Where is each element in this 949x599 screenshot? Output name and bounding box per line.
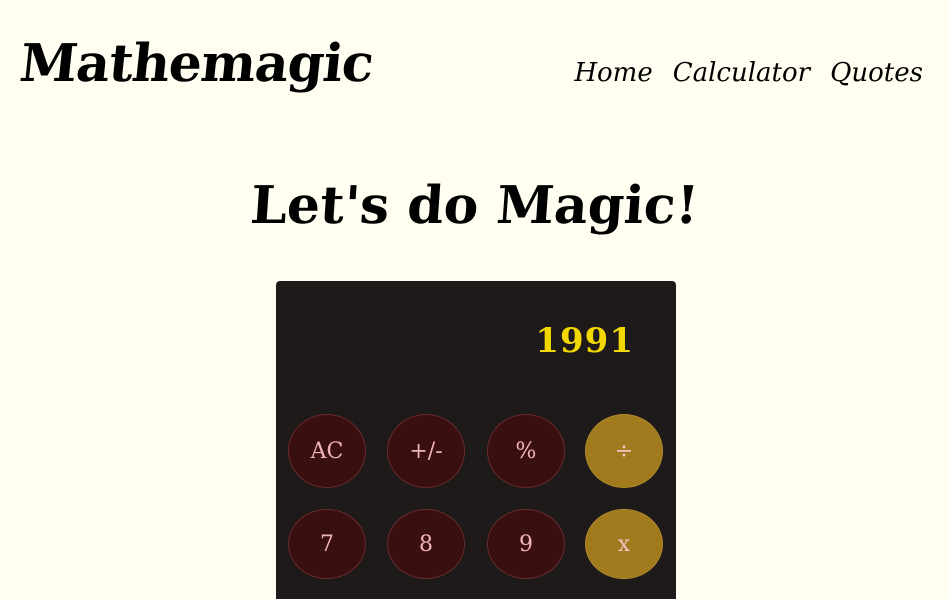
digit-7-button[interactable]: 7	[288, 509, 366, 579]
nav-home-link[interactable]: Home	[574, 58, 652, 88]
calculator: 1991 AC +/- % ÷ 7 8 9 x	[276, 281, 676, 599]
divide-button[interactable]: ÷	[585, 414, 663, 488]
calculator-display: 1991	[535, 321, 634, 361]
page-headline: Let's do Magic!	[248, 175, 701, 236]
digit-8-button[interactable]: 8	[387, 509, 465, 579]
site-logo[interactable]: Mathemagic	[17, 33, 376, 94]
multiply-button[interactable]: x	[585, 509, 663, 579]
nav-calculator-link[interactable]: Calculator	[673, 58, 810, 88]
percent-button[interactable]: %	[487, 414, 565, 488]
negate-button[interactable]: +/-	[387, 414, 465, 488]
nav-quotes-link[interactable]: Quotes	[830, 58, 923, 88]
main-nav: Home Calculator Quotes	[574, 58, 923, 88]
digit-9-button[interactable]: 9	[487, 509, 565, 579]
clear-button[interactable]: AC	[288, 414, 366, 488]
